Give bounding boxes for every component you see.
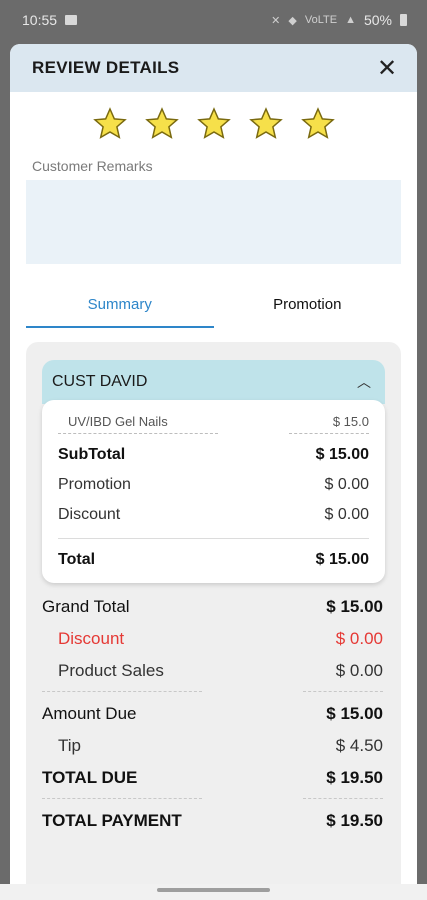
discount-row: Discount $ 0.00 <box>58 506 369 524</box>
promotion-label: Promotion <box>58 476 131 493</box>
star-icon-2[interactable] <box>144 106 180 144</box>
wifi-icon: ◆ <box>288 14 297 27</box>
modal-title: REVIEW DETAILS <box>32 58 180 77</box>
product-sales-label: Product Sales <box>58 661 164 680</box>
promotion-value: $ 0.00 <box>324 476 369 493</box>
modal-header: REVIEW DETAILS ✕ <box>10 44 417 92</box>
image-icon <box>65 15 78 25</box>
totals-discount-value: $ 0.00 <box>335 629 383 648</box>
service-row: UV/IBD Gel Nails $ 15.0 <box>58 414 369 429</box>
total-payment-value: $ 19.50 <box>326 811 383 830</box>
discount-label: Discount <box>58 506 121 523</box>
customer-remarks-label: Customer Remarks <box>32 158 153 174</box>
review-details-modal: REVIEW DETAILS ✕ Customer Remarks Summar… <box>10 44 417 884</box>
battery-text: 50% <box>363 12 392 28</box>
mute-icon: ✕ <box>271 14 281 27</box>
signal-icon: ▲ <box>345 14 356 26</box>
grand-total-value: $ 15.00 <box>326 597 383 616</box>
amount-due-value: $ 15.00 <box>326 704 383 723</box>
total-value: $ 15.00 <box>315 551 369 568</box>
promotion-row: Promotion $ 0.00 <box>58 476 369 494</box>
service-name: UV/IBD Gel Nails <box>68 414 168 429</box>
total-label: Total <box>58 551 96 568</box>
active-tab-indicator <box>26 326 214 328</box>
total-row: Total $ 15.00 <box>58 551 369 569</box>
network-label: VoLTE <box>304 14 338 26</box>
tip-label: Tip <box>58 736 81 755</box>
star-icon-5[interactable] <box>300 106 336 144</box>
close-button[interactable]: ✕ <box>373 54 401 82</box>
battery-icon <box>400 14 407 26</box>
subtotal-value: $ 15.00 <box>315 446 369 463</box>
customer-card: UV/IBD Gel Nails $ 15.0 SubTotal $ 15.00… <box>42 400 385 583</box>
close-icon: ✕ <box>376 54 398 82</box>
service-price: $ 15.0 <box>332 414 369 429</box>
tab-bar: Summary Promotion <box>26 288 401 328</box>
status-bar: 10:55 ✕ ◆ VoLTE ▲ 50% <box>0 0 427 40</box>
dashed-divider <box>58 433 369 434</box>
navigation-bar <box>0 884 427 900</box>
amount-due-row: Amount Due $ 15.00 <box>42 704 383 724</box>
totals-discount-label: Discount <box>58 629 125 648</box>
status-time: 10:55 <box>22 12 58 28</box>
tip-row: Tip $ 4.50 <box>42 736 383 756</box>
tip-value: $ 4.50 <box>335 736 383 755</box>
customer-header[interactable]: CUST DAVID ︿ <box>42 360 385 404</box>
totals-discount-row: Discount $ 0.00 <box>42 629 383 649</box>
customer-remarks-field[interactable] <box>26 180 401 264</box>
total-payment-label: TOTAL PAYMENT <box>42 811 182 830</box>
chevron-up-icon[interactable]: ︿ <box>357 372 371 392</box>
home-handle[interactable] <box>157 888 270 892</box>
star-icon-4[interactable] <box>248 106 284 144</box>
total-due-row: TOTAL DUE $ 19.50 <box>42 768 383 788</box>
totals-section: Grand Total $ 15.00 Discount $ 0.00 Prod… <box>42 597 385 831</box>
total-payment-row: TOTAL PAYMENT $ 19.50 <box>42 811 383 831</box>
product-sales-row: Product Sales $ 0.00 <box>42 661 383 681</box>
grand-total-label: Grand Total <box>42 597 130 616</box>
total-due-value: $ 19.50 <box>326 768 383 787</box>
amount-due-label: Amount Due <box>42 704 137 723</box>
subtotal-label: SubTotal <box>58 446 126 463</box>
star-icon-3[interactable] <box>196 106 232 144</box>
tab-promotion[interactable]: Promotion <box>214 288 402 328</box>
dashed-divider <box>42 691 383 692</box>
discount-value: $ 0.00 <box>324 506 369 523</box>
customer-name: CUST DAVID <box>52 373 148 390</box>
star-icon-1[interactable] <box>92 106 128 144</box>
tab-summary[interactable]: Summary <box>26 288 214 328</box>
grand-total-row: Grand Total $ 15.00 <box>42 597 383 617</box>
product-sales-value: $ 0.00 <box>335 661 383 680</box>
subtotal-row: SubTotal $ 15.00 <box>58 446 369 464</box>
divider <box>58 538 369 539</box>
dashed-divider <box>42 798 383 799</box>
summary-panel: CUST DAVID ︿ UV/IBD Gel Nails $ 15.0 Sub… <box>26 342 401 884</box>
total-due-label: TOTAL DUE <box>42 768 138 787</box>
star-rating <box>10 106 417 144</box>
